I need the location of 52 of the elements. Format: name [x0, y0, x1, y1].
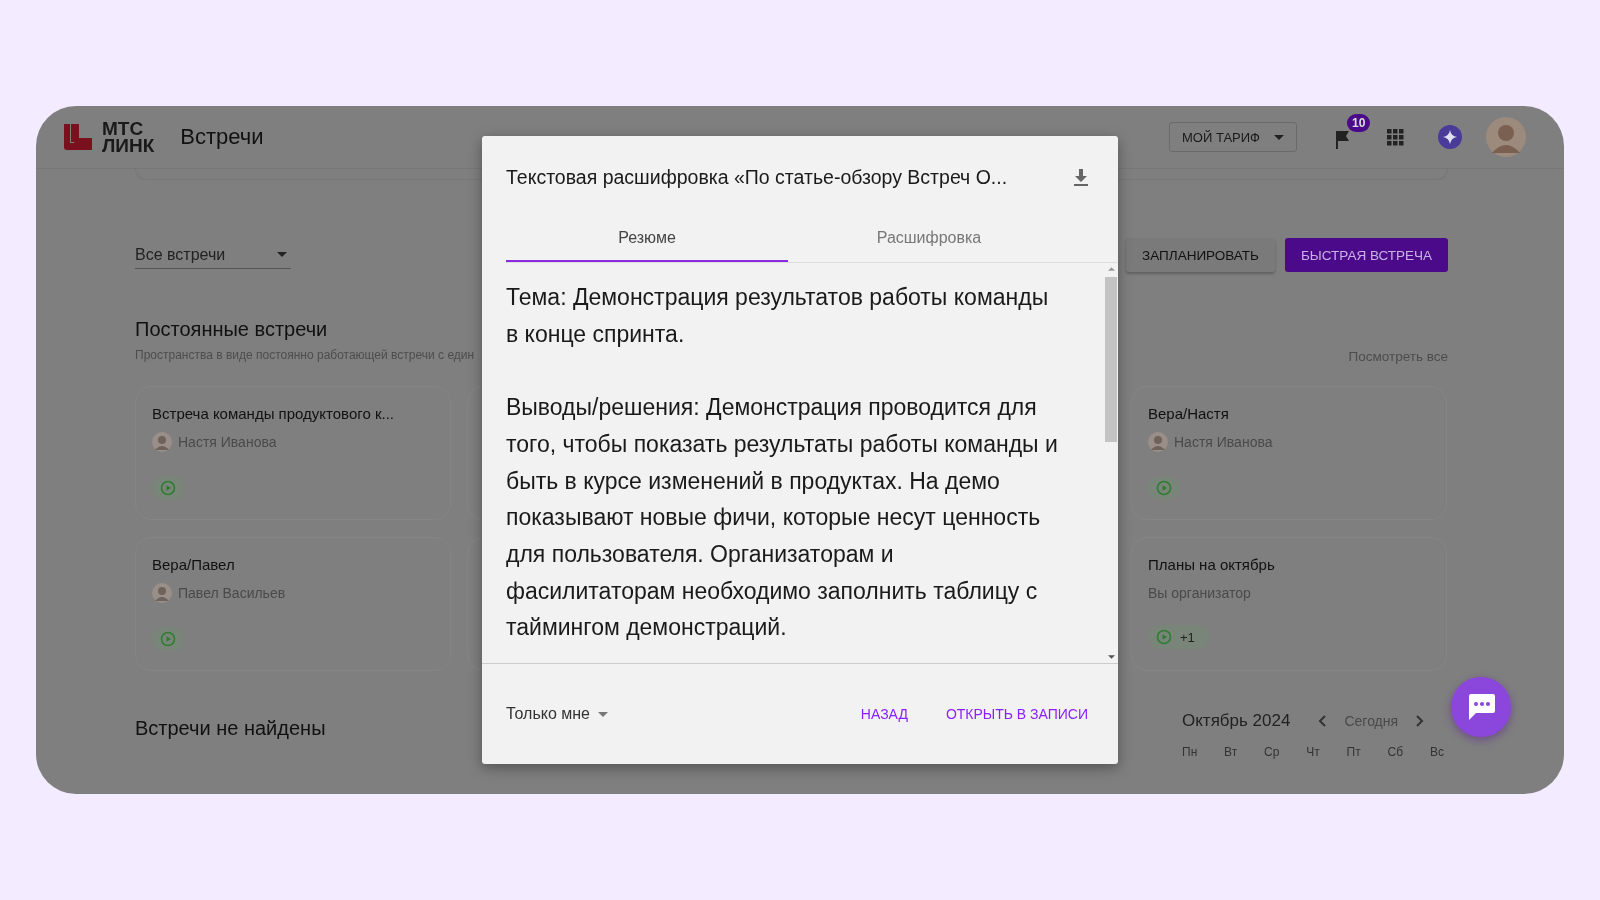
meeting-title: Вера/Павел: [152, 556, 236, 573]
logo-icon: [64, 124, 92, 150]
section-title: Постоянные встречи: [135, 318, 329, 341]
logo-text: МТС: [102, 120, 145, 137]
logo-text: ЛИНК: [102, 137, 155, 154]
sparkle-icon[interactable]: [1438, 125, 1462, 149]
weekday-label: Чт: [1306, 745, 1320, 759]
meetings-filter[interactable]: Все встречи: [135, 241, 291, 269]
scroll-down-icon[interactable]: [1107, 655, 1115, 659]
meeting-title: Планы на октябрь: [1148, 556, 1276, 573]
open-recording-button[interactable]: ОТКРЫТЬ В ЗАПИСИ: [945, 706, 1088, 722]
chat-icon: [1466, 693, 1496, 721]
chevron-left-icon[interactable]: [1318, 715, 1327, 727]
weekday-label: Пт: [1346, 745, 1361, 759]
download-icon[interactable]: [1074, 168, 1088, 186]
weekday-label: Вс: [1429, 745, 1444, 759]
weekday-label: Пн: [1182, 745, 1198, 759]
app-title: Встречи: [180, 124, 264, 150]
dialog-title: Текстовая расшифровка «По статье-обзору Встреч О...: [506, 165, 1008, 189]
plan-select[interactable]: МОЙ ТАРИФ: [1169, 122, 1297, 152]
caret-icon: [1274, 134, 1284, 140]
notification-badge: 10: [1347, 114, 1371, 132]
summary-paragraph: Выводы/решения: Демонстрация проводится для того, чтобы показать результаты работы команды и быть в курсе изменений в продуктах. На демо показывают новые фичи, которые несут ценность для пользователя. Организаторам и фасилитаторам необходимо заполнить таблицу с таймингом демонстраций.: [506, 393, 1059, 643]
caret-icon: [277, 252, 287, 257]
weekday-label: Ср: [1264, 745, 1280, 759]
empty-state-title: Встречи не найдены: [135, 716, 326, 741]
weekday-label: Сб: [1387, 745, 1404, 759]
quick-meeting-button[interactable]: БЫСТРАЯ ВСТРЕЧА: [1284, 238, 1448, 272]
caret-icon: [598, 711, 608, 717]
chat-button[interactable]: [1451, 677, 1511, 737]
dialog-tab[interactable]: Резюме: [506, 216, 788, 262]
summary-paragraph: Тема: Демонстрация результатов работы команды в конце спринта.: [506, 283, 1050, 349]
dialog-tab[interactable]: Расшифровка: [788, 216, 1070, 262]
apps-grid-icon[interactable]: [1387, 128, 1404, 146]
calendar-month: Октябрь 2024: [1182, 711, 1291, 731]
avatar-icon: [152, 432, 172, 452]
avatar-icon: [152, 583, 172, 603]
play-icon: [160, 631, 176, 647]
meeting-title: Встреча команды продуктового к...: [152, 405, 395, 422]
meeting-title: Вера/Настя: [1148, 405, 1230, 422]
back-button[interactable]: НАЗАД: [860, 706, 908, 722]
extra-count: +1: [1180, 629, 1196, 645]
flag-icon[interactable]: [1335, 130, 1351, 150]
chevron-right-icon[interactable]: [1416, 715, 1425, 727]
avatar-icon: [1148, 432, 1168, 452]
play-icon: [160, 480, 176, 496]
audience-select[interactable]: Только мне: [506, 705, 608, 723]
schedule-button[interactable]: ЗАПЛАНИРОВАТЬ: [1126, 238, 1275, 272]
scroll-up-icon[interactable]: [1107, 267, 1115, 271]
weekday-label: Вт: [1224, 745, 1238, 759]
play-icon: [1156, 629, 1172, 645]
play-icon: [1156, 480, 1172, 496]
